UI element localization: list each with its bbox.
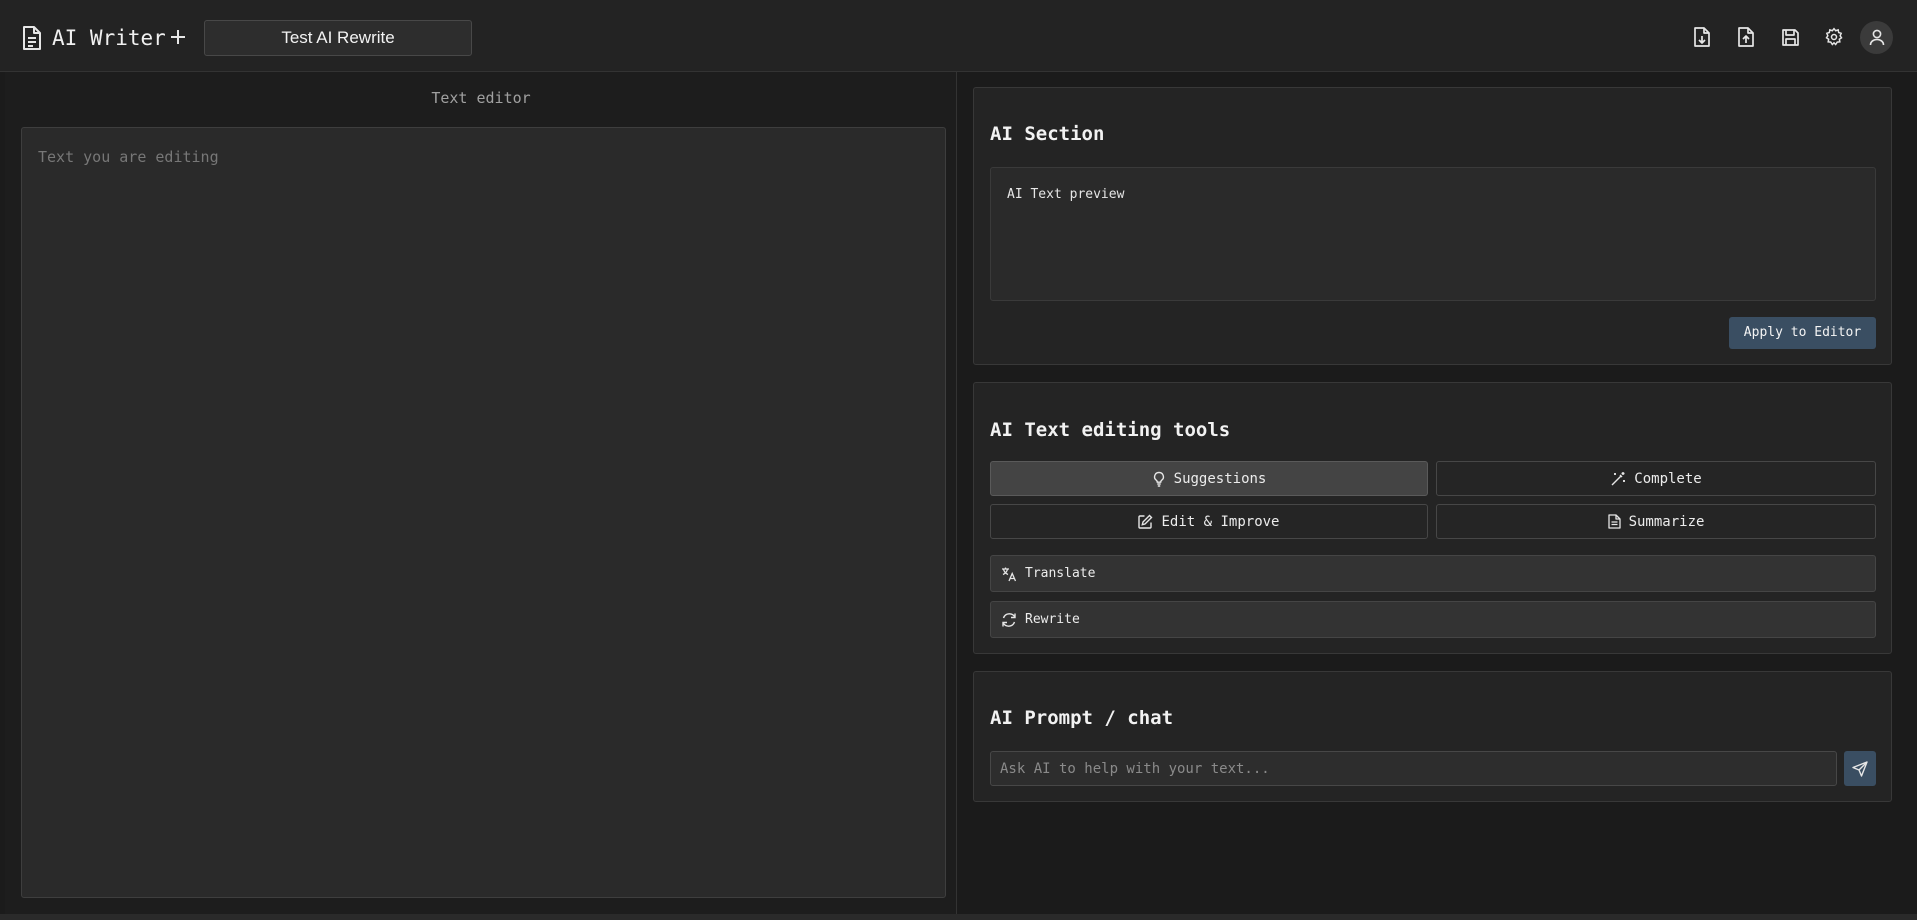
user-avatar[interactable] [1860,21,1893,54]
ai-chat-title: AI Prompt / chat [990,707,1174,729]
document-icon [21,25,43,51]
translate-label: Translate [1025,566,1096,581]
ai-text-preview: AI Text preview [990,167,1876,301]
file-upload-icon[interactable] [1735,26,1757,48]
refresh-icon [1001,612,1017,628]
translate-icon [1001,566,1017,582]
ai-chat-card: AI Prompt / chat [973,671,1892,802]
magic-wand-icon [1610,471,1626,487]
send-button[interactable] [1844,751,1876,786]
complete-label: Complete [1634,470,1702,487]
complete-button[interactable]: Complete [1436,461,1876,496]
scrollbar[interactable] [1908,72,1917,914]
file-download-icon[interactable] [1691,26,1713,48]
new-document-button[interactable] [167,23,189,51]
file-text-icon [1607,514,1621,529]
ai-section-title: AI Section [990,123,1105,145]
editor-label: Text editor [431,89,531,107]
ai-tools-title: AI Text editing tools [990,419,1231,441]
document-title-input[interactable]: Test AI Rewrite [204,20,472,56]
lightbulb-icon [1152,471,1166,487]
translate-button[interactable]: Translate [990,555,1876,592]
summarize-label: Summarize [1628,513,1705,530]
text-editor[interactable]: Text you are editing [21,127,946,898]
edit-improve-button[interactable]: Edit & Improve [990,504,1428,539]
edit-improve-label: Edit & Improve [1161,513,1280,530]
gear-icon[interactable] [1823,26,1845,48]
chat-input[interactable] [990,751,1837,786]
send-icon [1852,760,1868,777]
rewrite-label: Rewrite [1025,612,1080,627]
ai-tools-card: AI Text editing tools Suggestions Comple… [973,382,1892,654]
apply-to-editor-button[interactable]: Apply to Editor [1729,317,1876,349]
editor-placeholder: Text you are editing [38,148,219,166]
rewrite-button[interactable]: Rewrite [990,601,1876,638]
ai-section-card: AI Section AI Text preview Apply to Edit… [973,87,1892,365]
save-icon[interactable] [1779,26,1801,48]
suggestions-label: Suggestions [1173,470,1267,487]
app-title: AI Writer [52,26,166,50]
suggestions-button[interactable]: Suggestions [990,461,1428,496]
editor-pane: Text editor Text you are editing [5,72,957,914]
summarize-button[interactable]: Summarize [1436,504,1876,539]
bottom-strip [0,914,1917,920]
edit-icon [1138,514,1153,529]
top-bar: AI Writer Test AI Rewrite [0,0,1917,72]
